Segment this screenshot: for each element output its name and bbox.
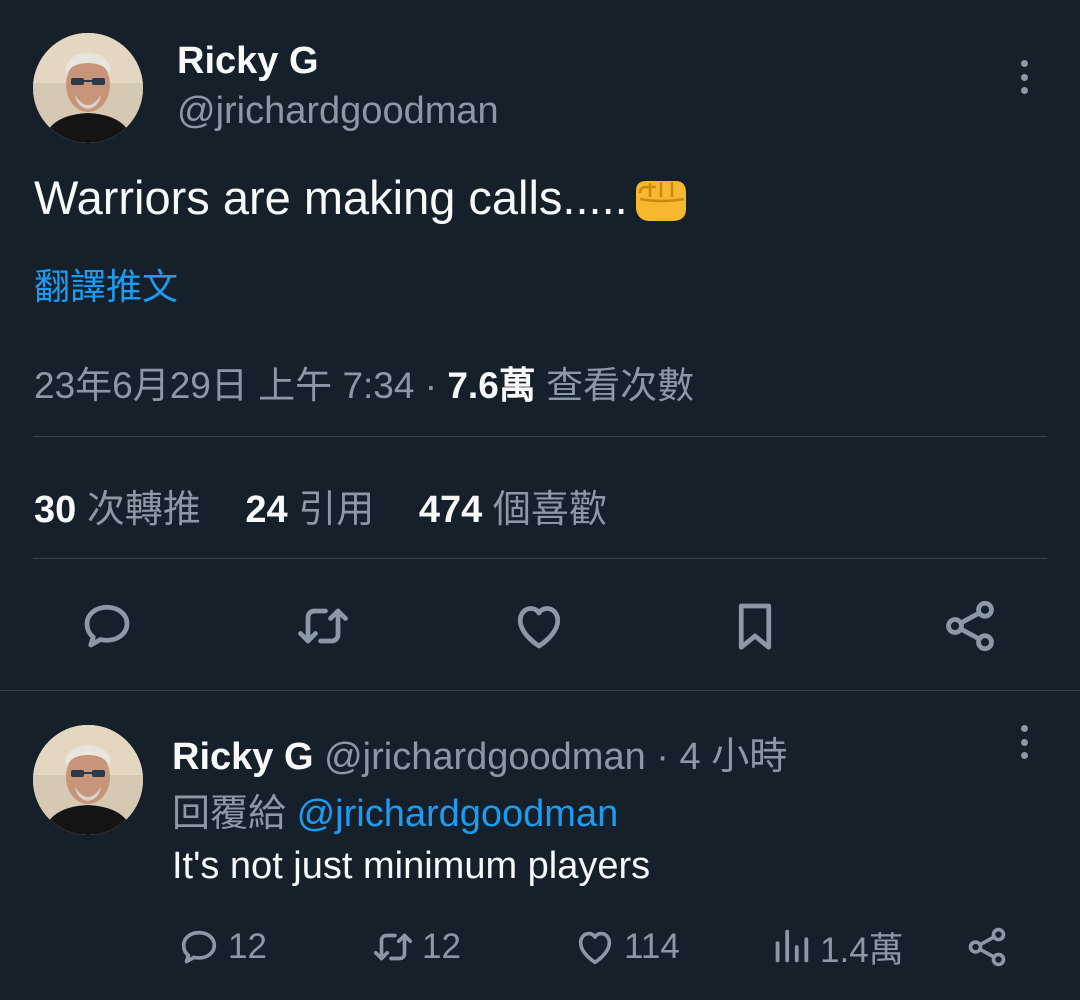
more-options-icon[interactable] bbox=[1014, 60, 1034, 94]
oncoming-fist-icon bbox=[632, 173, 690, 223]
quote-label: 引用 bbox=[298, 489, 375, 531]
reply-header: Ricky G @jrichardgoodman · 4 小時 bbox=[172, 725, 787, 780]
reply-author-handle[interactable]: @jrichardgoodman bbox=[324, 736, 646, 778]
divider bbox=[0, 690, 1080, 691]
reply-like-count: 114 bbox=[624, 927, 680, 966]
reply-separator: · bbox=[656, 736, 669, 778]
share-icon bbox=[968, 927, 1006, 967]
reply-share-button[interactable] bbox=[964, 922, 1016, 972]
like-stat[interactable]: 474 個喜歡 bbox=[419, 489, 607, 531]
bookmark-icon[interactable] bbox=[725, 596, 785, 656]
reply-retweet-button[interactable]: 12 bbox=[370, 922, 461, 972]
reply-to-mention[interactable]: @jrichardgoodman bbox=[297, 793, 619, 835]
like-label: 個喜歡 bbox=[492, 489, 607, 531]
view-label: 查看次數 bbox=[546, 365, 695, 406]
replying-to: 回覆給 @jrichardgoodman bbox=[172, 782, 618, 837]
retweet-stat[interactable]: 30 次轉推 bbox=[34, 489, 201, 531]
meta-separator: · bbox=[424, 365, 438, 406]
view-count: 7.6萬 bbox=[447, 365, 536, 406]
reply-icon bbox=[181, 930, 217, 964]
reply-author-avatar[interactable] bbox=[33, 725, 143, 835]
retweet-count: 30 bbox=[34, 489, 77, 531]
divider bbox=[33, 436, 1047, 437]
tweet-timestamp[interactable]: 23年6月29日 上午 7:34 bbox=[34, 365, 414, 406]
tweet-text-content: Warriors are making calls..... bbox=[34, 171, 628, 224]
quote-count: 24 bbox=[245, 489, 288, 531]
reply-author-name[interactable]: Ricky G bbox=[172, 736, 314, 778]
analytics-icon bbox=[775, 929, 809, 963]
like-icon[interactable] bbox=[509, 596, 569, 656]
author-name[interactable]: Ricky G bbox=[177, 40, 319, 83]
retweet-icon bbox=[373, 933, 413, 961]
translate-tweet-link[interactable]: 翻譯推文 bbox=[34, 258, 178, 310]
reply-views-button[interactable]: 1.4萬 bbox=[768, 922, 904, 972]
reply-like-button[interactable]: 114 bbox=[572, 922, 680, 972]
reply-count: 12 bbox=[228, 927, 267, 966]
divider bbox=[33, 558, 1047, 559]
retweet-label: 次轉推 bbox=[86, 489, 201, 531]
tweet-stats: 30 次轉推 24 引用 474 個喜歡 bbox=[34, 478, 607, 533]
reply-view-count: 1.4萬 bbox=[820, 930, 904, 970]
reply-text: It's not just minimum players bbox=[172, 845, 651, 887]
tweet-meta: 23年6月29日 上午 7:34 · 7.6萬 查看次數 bbox=[34, 355, 694, 409]
retweet-icon[interactable] bbox=[293, 596, 353, 656]
author-handle[interactable]: @jrichardgoodman bbox=[177, 90, 499, 133]
reply-retweet-count: 12 bbox=[422, 927, 461, 966]
author-avatar[interactable] bbox=[33, 33, 143, 143]
reply-icon[interactable] bbox=[77, 596, 137, 656]
quote-stat[interactable]: 24 引用 bbox=[245, 489, 374, 531]
share-icon[interactable] bbox=[940, 596, 1000, 656]
like-icon bbox=[578, 931, 612, 965]
reply-time[interactable]: 4 小時 bbox=[680, 736, 788, 778]
reply-to-label: 回覆給 bbox=[172, 793, 287, 835]
like-count: 474 bbox=[418, 489, 483, 531]
tweet-detail-screen: Ricky G @jrichardgoodman Warriors are ma… bbox=[0, 0, 1080, 1000]
reply-reply-button[interactable]: 12 bbox=[176, 922, 267, 972]
reply-more-options-icon[interactable] bbox=[1014, 725, 1034, 759]
tweet-text: Warriors are making calls..... bbox=[34, 170, 690, 225]
